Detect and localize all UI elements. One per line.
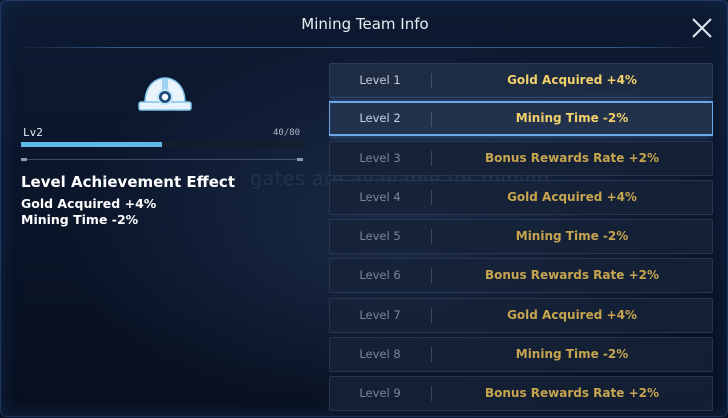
- level-row-6[interactable]: Level 6 Bonus Rewards Rate +2%: [329, 258, 713, 293]
- level-row-8[interactable]: Level 8 Mining Time -2%: [329, 337, 713, 372]
- mining-team-dialog: Mining Team Info Lv2 40/80 Level Achieve…: [0, 0, 728, 417]
- effect-line-gold: Gold Acquired +4%: [21, 196, 157, 211]
- level-label: Level 7: [359, 308, 401, 322]
- left-divider: [21, 158, 303, 161]
- level-row-7[interactable]: Level 7 Gold Acquired +4%: [329, 298, 713, 333]
- level-row-2[interactable]: Level 2 Mining Time -2%: [329, 101, 713, 136]
- close-button[interactable]: [689, 15, 715, 41]
- level-row-3[interactable]: Level 3 Bonus Rewards Rate +2%: [329, 141, 713, 176]
- team-level-label: Lv2: [23, 126, 43, 139]
- level-row-1[interactable]: Level 1 Gold Acquired +4%: [329, 63, 713, 98]
- close-icon: [692, 18, 712, 38]
- team-progress-count: 40/80: [273, 128, 301, 138]
- level-label: Level 3: [359, 151, 401, 165]
- effect-heading: Level Achievement Effect: [21, 173, 235, 191]
- dialog-title: Mining Team Info: [301, 15, 429, 33]
- level-effect: Bonus Rewards Rate +2%: [484, 268, 659, 282]
- level-effect: Mining Time -2%: [515, 229, 629, 243]
- level-label: Level 6: [359, 268, 401, 282]
- level-label: Level 1: [359, 73, 401, 87]
- level-row-5[interactable]: Level 5 Mining Time -2%: [329, 219, 713, 254]
- level-label: Level 5: [359, 229, 401, 243]
- effect-line-mining-time: Mining Time -2%: [21, 212, 139, 227]
- miner-helmet-icon: [138, 77, 192, 111]
- level-label: Level 9: [359, 386, 401, 400]
- level-effect: Gold Acquired +4%: [507, 190, 637, 204]
- level-effect: Bonus Rewards Rate +2%: [484, 386, 659, 400]
- level-list[interactable]: Level 1 Gold Acquired +4% Level 2 Mining…: [329, 63, 713, 418]
- title-divider: [13, 47, 717, 48]
- level-label: Level 2: [359, 111, 401, 125]
- team-progress-fill: [21, 142, 162, 147]
- level-effect: Gold Acquired +4%: [507, 73, 637, 87]
- level-effect: Mining Time -2%: [515, 111, 629, 125]
- level-row-9[interactable]: Level 9 Bonus Rewards Rate +2%: [329, 376, 713, 411]
- level-effect: Bonus Rewards Rate +2%: [484, 151, 659, 165]
- level-effect: Gold Acquired +4%: [507, 308, 637, 322]
- level-row-4[interactable]: Level 4 Gold Acquired +4%: [329, 180, 713, 215]
- level-label: Level 8: [359, 347, 401, 361]
- team-progress-bar: [21, 142, 303, 147]
- level-label: Level 4: [359, 190, 401, 204]
- level-effect: Mining Time -2%: [515, 347, 629, 361]
